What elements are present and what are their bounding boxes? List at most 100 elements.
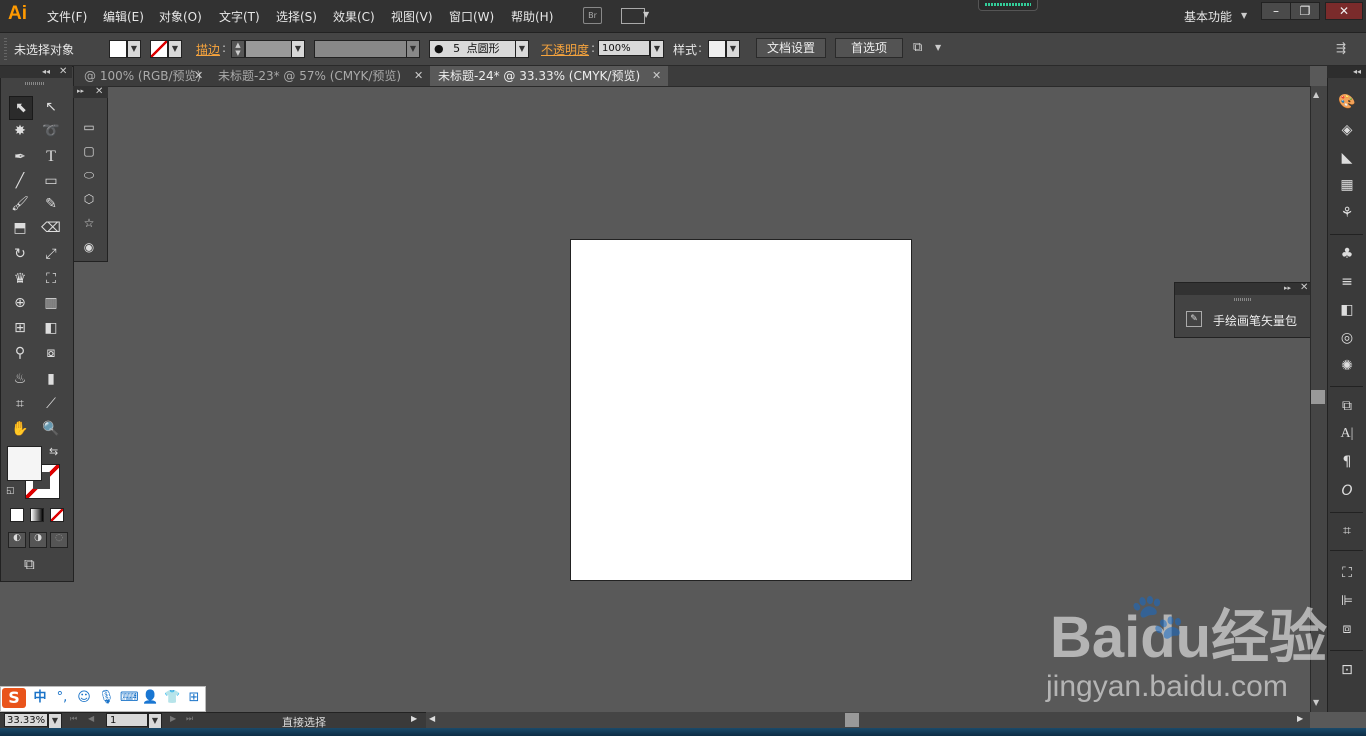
hand-tool-icon[interactable]: ✋ [9, 418, 31, 440]
color-mode-icon[interactable] [10, 508, 24, 522]
transparency-panel-icon[interactable]: ◎ [1337, 328, 1357, 348]
scroll-up-icon[interactable]: ▲ [1313, 90, 1319, 99]
sogou-logo-icon[interactable]: S [2, 688, 26, 708]
artboard-tool-icon[interactable]: ⌗ [9, 393, 31, 415]
scroll-left-icon[interactable]: ◀ [429, 714, 435, 723]
tab-doc-3-close-icon[interactable]: ✕ [652, 69, 661, 82]
none-mode-icon[interactable] [50, 508, 64, 522]
skin-icon[interactable]: 👕 [164, 690, 180, 706]
swap-colors-icon[interactable]: ⇆ [49, 445, 58, 458]
restore-button[interactable]: ❐ [1290, 2, 1320, 20]
stroke-weight-stepper[interactable]: ▲ ▼ [231, 40, 245, 58]
variable-width-dropdown[interactable]: ▼ [406, 40, 420, 58]
status-menu-icon[interactable]: ▶ [411, 714, 417, 723]
next-page-icon[interactable]: ▶ [170, 714, 176, 723]
flyout-close-icon[interactable]: ✕ [95, 86, 103, 97]
flyout-expand-icon[interactable]: ▸▸ [77, 87, 84, 95]
graph-tool-icon[interactable]: ▮ [40, 368, 62, 390]
scale-tool-icon[interactable]: ⤢ [40, 243, 62, 265]
brushes-panel-icon[interactable]: ⚘ [1337, 203, 1357, 223]
arrange-documents-icon[interactable] [621, 8, 645, 24]
style-dropdown[interactable]: ▼ [726, 40, 740, 58]
stroke-weight-dropdown[interactable]: ▼ [291, 40, 305, 58]
horizontal-scrollbar[interactable] [426, 712, 1310, 728]
minimize-button[interactable]: – [1261, 2, 1291, 20]
draw-normal-icon[interactable]: ◐ [8, 532, 26, 548]
type-tool-icon[interactable]: T [40, 146, 62, 168]
rounded-rectangle-icon[interactable]: ▢ [81, 143, 97, 159]
variable-width-profile[interactable] [314, 40, 408, 58]
artboard[interactable] [570, 239, 912, 581]
scroll-down-icon[interactable]: ▼ [1313, 698, 1319, 707]
emoji-icon[interactable]: ☺ [76, 690, 92, 706]
gradient-panel-icon[interactable]: ◧ [1337, 300, 1357, 320]
opacity-label[interactable]: 不透明度 [541, 41, 589, 58]
layers-panel-icon[interactable]: ◈ [1337, 120, 1357, 140]
punctuation-icon[interactable]: °, [54, 690, 70, 706]
shape-builder-tool-icon[interactable]: ⊕ [9, 292, 31, 314]
pen-tool-icon[interactable]: ✒ [9, 146, 31, 168]
menu-select[interactable]: 选择(S) [276, 8, 317, 25]
draw-behind-icon[interactable]: ◑ [29, 532, 47, 548]
eyedropper-tool-icon[interactable]: ⚲ [9, 342, 31, 364]
menu-file[interactable]: 文件(F) [47, 8, 87, 25]
perspective-grid-tool-icon[interactable]: ▥ [40, 292, 62, 314]
keyboard-icon[interactable]: ⌨ [120, 690, 139, 706]
ime-language-toggle[interactable]: 中 [32, 690, 48, 706]
workspace-dropdown-icon[interactable]: ▼ [1241, 11, 1247, 20]
last-page-icon[interactable]: ⏭ [186, 714, 193, 724]
menu-window[interactable]: 窗口(W) [449, 8, 494, 25]
brush-library-panel-header[interactable] [1175, 283, 1312, 295]
width-tool-icon[interactable]: ♛ [9, 268, 31, 290]
polygon-icon[interactable]: ⬡ [81, 191, 97, 207]
stroke-weight-input[interactable] [245, 40, 293, 58]
star-icon[interactable]: ☆ [81, 215, 97, 231]
menu-edit[interactable]: 编辑(E) [103, 8, 144, 25]
swatches-panel-icon[interactable]: ▦ [1337, 175, 1357, 195]
artboards-panel-icon[interactable]: ⛶ [1337, 563, 1357, 583]
color-guide-icon[interactable]: ◣ [1337, 148, 1357, 168]
style-swatch[interactable] [708, 40, 726, 58]
brush-dropdown[interactable]: ▼ [515, 40, 529, 58]
menu-effect[interactable]: 效果(C) [333, 8, 375, 25]
default-colors-icon[interactable]: ◱ [6, 486, 15, 496]
symbols-panel-icon[interactable]: ♣ [1337, 244, 1357, 264]
zoom-tool-icon[interactable]: 🔍 [40, 418, 62, 440]
workspace-switcher[interactable]: 基本功能 [1184, 8, 1232, 25]
prev-page-icon[interactable]: ◀ [88, 714, 94, 723]
close-button[interactable]: ✕ [1325, 2, 1363, 20]
voice-input-icon[interactable]: 🎙 [98, 690, 115, 706]
tab-doc-3-active[interactable]: 未标题-24* @ 33.33% (CMYK/预览) [430, 66, 668, 86]
tools-grip[interactable] [25, 82, 45, 85]
opacity-input[interactable]: 100% [598, 40, 650, 56]
gradient-mode-icon[interactable] [30, 508, 44, 522]
opacity-dropdown[interactable]: ▼ [650, 40, 664, 58]
free-transform-tool-icon[interactable]: ⛶ [40, 268, 62, 290]
character-panel-icon[interactable]: A| [1337, 424, 1357, 444]
flare-icon[interactable]: ◉ [81, 239, 97, 255]
dock-expand-icon[interactable]: ◂◂ [1353, 67, 1361, 76]
pathfinder-panel-icon[interactable]: ⧈ [1337, 619, 1357, 639]
rotate-tool-icon[interactable]: ↻ [9, 243, 31, 265]
stroke-label[interactable]: 描边 [196, 41, 220, 58]
toolbox-icon[interactable]: ⊞ [186, 690, 202, 706]
tab-doc-1[interactable]: @ 100% (RGB/预览) [72, 66, 208, 86]
transform-panel-icon[interactable]: ⌗ [1337, 521, 1357, 541]
fill-dropdown[interactable]: ▼ [127, 40, 141, 58]
menu-help[interactable]: 帮助(H) [511, 8, 553, 25]
slice-tool-icon[interactable]: ⟋ [40, 393, 62, 415]
zoom-dropdown[interactable]: ▼ [48, 713, 62, 729]
horizontal-scroll-thumb[interactable] [845, 713, 859, 727]
ellipse-icon[interactable]: ⬭ [81, 167, 97, 183]
page-number-input[interactable]: 1 [106, 713, 148, 727]
graphic-styles-icon[interactable]: ⧉ [1337, 396, 1357, 416]
zoom-level-input[interactable]: 33.33% [4, 713, 48, 727]
paintbrush-tool-icon[interactable]: 🖌 [9, 193, 31, 215]
bridge-button[interactable]: Br [583, 7, 602, 24]
align-panel-icon[interactable]: ⊫ [1337, 591, 1357, 611]
screen-mode-icon[interactable]: ⧉ [24, 555, 35, 573]
blend-tool-icon[interactable]: ⧇ [40, 342, 62, 364]
mesh-tool-icon[interactable]: ⊞ [9, 317, 31, 339]
opentype-panel-icon[interactable]: O [1337, 481, 1357, 501]
draw-inside-icon[interactable]: ◌ [50, 532, 68, 548]
